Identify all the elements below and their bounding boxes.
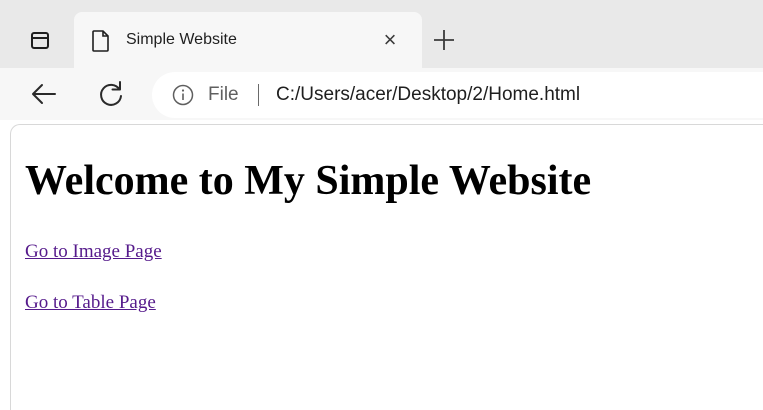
page-viewport: Welcome to My Simple Website Go to Image… bbox=[10, 124, 763, 410]
back-arrow-icon[interactable] bbox=[30, 80, 58, 108]
table-page-link[interactable]: Go to Table Page bbox=[25, 291, 156, 315]
sidebar-toggle-button[interactable] bbox=[20, 20, 60, 60]
sidebar-toggle-icon bbox=[31, 31, 49, 49]
tab-title: Simple Website bbox=[126, 31, 237, 48]
reload-icon[interactable] bbox=[96, 79, 126, 109]
address-divider bbox=[258, 84, 259, 106]
image-page-link[interactable]: Go to Image Page bbox=[25, 240, 162, 264]
navigation-toolbar: File C:/Users/acer/Desktop/2/Home.html bbox=[0, 68, 763, 120]
url-scheme-label: File bbox=[208, 84, 239, 105]
tab-strip: Simple Website × bbox=[0, 0, 763, 68]
info-icon[interactable] bbox=[172, 84, 194, 106]
page-title: Welcome to My Simple Website bbox=[25, 158, 592, 204]
address-bar[interactable]: File C:/Users/acer/Desktop/2/Home.html bbox=[152, 72, 763, 118]
url-text[interactable]: C:/Users/acer/Desktop/2/Home.html bbox=[276, 83, 580, 107]
plus-icon[interactable] bbox=[428, 24, 460, 56]
page-icon bbox=[92, 30, 109, 52]
browser-tab[interactable]: Simple Website × bbox=[74, 12, 422, 68]
close-icon[interactable]: × bbox=[378, 28, 402, 52]
